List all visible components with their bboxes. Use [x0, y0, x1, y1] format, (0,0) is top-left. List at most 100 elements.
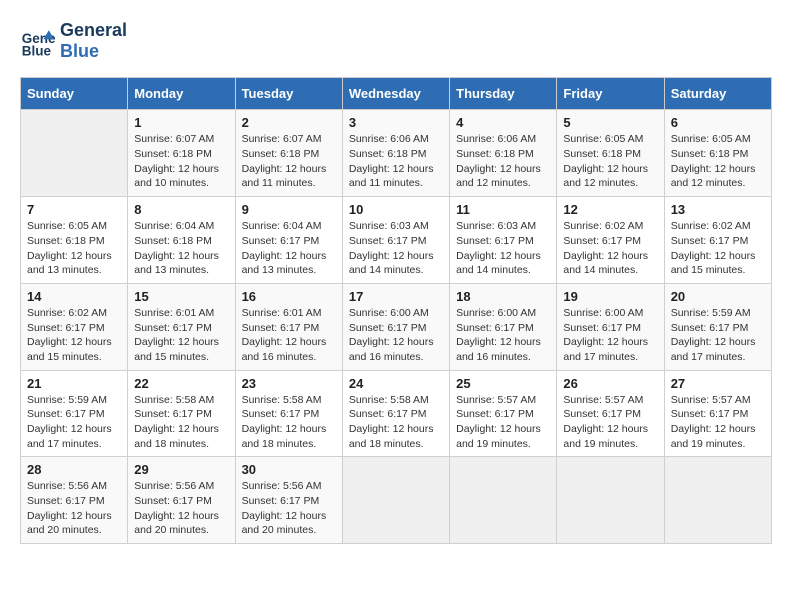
svg-text:Blue: Blue	[22, 43, 52, 58]
day-number: 7	[27, 202, 121, 217]
day-cell: 1Sunrise: 6:07 AMSunset: 6:18 PMDaylight…	[128, 110, 235, 197]
day-number: 11	[456, 202, 550, 217]
day-info: Sunrise: 5:58 AMSunset: 6:17 PMDaylight:…	[134, 393, 228, 452]
day-cell: 14 Sunrise: 6:02 AMSunset: 6:17 PMDayligh…	[21, 283, 128, 370]
day-info: Sunrise: 6:06 AMSunset: 6:18 PMDaylight:…	[456, 132, 550, 191]
day-cell	[664, 457, 771, 544]
day-cell: 22 Sunrise: 5:58 AMSunset: 6:17 PMDayligh…	[128, 370, 235, 457]
calendar-table: SundayMondayTuesdayWednesdayThursdayFrid…	[20, 77, 772, 544]
day-cell: 4 Sunrise: 6:06 AMSunset: 6:18 PMDaylight…	[450, 110, 557, 197]
day-number: 12	[563, 202, 657, 217]
day-cell: 20Sunrise: 5:59 AMSunset: 6:17 PMDayligh…	[664, 283, 771, 370]
weekday-header-saturday: Saturday	[664, 78, 771, 110]
day-number: 8	[134, 202, 228, 217]
weekday-header-thursday: Thursday	[450, 78, 557, 110]
day-number: 20	[671, 289, 765, 304]
day-cell: 28Sunrise: 5:56 AMSunset: 6:17 PMDayligh…	[21, 457, 128, 544]
day-info: Sunrise: 6:00 AMSunset: 6:17 PMDaylight:…	[563, 306, 657, 365]
day-cell: 10 Sunrise: 6:03 AMSunset: 6:17 PMDayligh…	[342, 197, 449, 284]
day-number: 6	[671, 115, 765, 130]
day-info: Sunrise: 6:02 AMSunset: 6:17 PMDaylight:…	[671, 219, 765, 278]
day-cell: 12 Sunrise: 6:02 AMSunset: 6:17 PMDayligh…	[557, 197, 664, 284]
day-cell: 2 Sunrise: 6:07 AMSunset: 6:18 PMDaylight…	[235, 110, 342, 197]
week-row-1: 7 Sunrise: 6:05 AMSunset: 6:18 PMDaylight…	[21, 197, 772, 284]
day-info: Sunrise: 5:58 AMSunset: 6:17 PMDaylight:…	[349, 393, 443, 452]
day-number: 24	[349, 376, 443, 391]
day-info: Sunrise: 6:05 AMSunset: 6:18 PMDaylight:…	[27, 219, 121, 278]
logo-icon: General Blue	[20, 23, 56, 59]
day-info: Sunrise: 6:02 AMSunset: 6:17 PMDaylight:…	[27, 306, 121, 365]
day-number: 28	[27, 462, 121, 477]
weekday-header-row: SundayMondayTuesdayWednesdayThursdayFrid…	[21, 78, 772, 110]
day-number: 21	[27, 376, 121, 391]
day-cell: 23 Sunrise: 5:58 AMSunset: 6:17 PMDayligh…	[235, 370, 342, 457]
day-info: Sunrise: 6:07 AMSunset: 6:18 PMDaylight:…	[242, 132, 336, 191]
day-info: Sunrise: 5:56 AMSunset: 6:17 PMDaylight:…	[134, 479, 228, 538]
week-row-3: 21 Sunrise: 5:59 AMSunset: 6:17 PMDayligh…	[21, 370, 772, 457]
day-info: Sunrise: 6:00 AMSunset: 6:17 PMDaylight:…	[349, 306, 443, 365]
day-info: Sunrise: 5:59 AMSunset: 6:17 PMDaylight:…	[27, 393, 121, 452]
day-cell: 7 Sunrise: 6:05 AMSunset: 6:18 PMDaylight…	[21, 197, 128, 284]
day-cell: 3Sunrise: 6:06 AMSunset: 6:18 PMDaylight…	[342, 110, 449, 197]
day-info: Sunrise: 6:01 AMSunset: 6:17 PMDaylight:…	[242, 306, 336, 365]
week-row-0: 1 Sunrise: 6:07 AMSunset: 6:18 PMDaylight…	[21, 110, 772, 197]
day-cell: 15 Sunrise: 6:01 AMSunset: 6:17 PMDayligh…	[128, 283, 235, 370]
day-info: Sunrise: 6:03 AMSunset: 6:17 PMDaylight:…	[349, 219, 443, 278]
day-cell: 13 Sunrise: 6:02 AMSunset: 6:17 PMDayligh…	[664, 197, 771, 284]
day-info: Sunrise: 6:00 AMSunset: 6:17 PMDaylight:…	[456, 306, 550, 365]
weekday-header-monday: Monday	[128, 78, 235, 110]
weekday-header-wednesday: Wednesday	[342, 78, 449, 110]
day-number: 3	[349, 115, 443, 130]
week-row-4: 28 Sunrise: 5:56 AMSunset: 6:17 PMDayligh…	[21, 457, 772, 544]
day-number: 30	[242, 462, 336, 477]
day-number: 5	[563, 115, 657, 130]
day-number: 23	[242, 376, 336, 391]
weekday-header-friday: Friday	[557, 78, 664, 110]
day-number: 13	[671, 202, 765, 217]
day-cell: 30 Sunrise: 5:56 AMSunset: 6:17 PMDayligh…	[235, 457, 342, 544]
day-info: Sunrise: 6:05 AMSunset: 6:18 PMDaylight:…	[563, 132, 657, 191]
weekday-header-tuesday: Tuesday	[235, 78, 342, 110]
day-cell: 5 Sunrise: 6:05 AMSunset: 6:18 PMDaylight…	[557, 110, 664, 197]
day-number: 1	[134, 115, 228, 130]
day-number: 18	[456, 289, 550, 304]
day-info: Sunrise: 5:57 AMSunset: 6:17 PMDaylight:…	[671, 393, 765, 452]
day-cell: 18 Sunrise: 6:00 AMSunset: 6:17 PMDayligh…	[450, 283, 557, 370]
day-info: Sunrise: 5:57 AMSunset: 6:17 PMDaylight:…	[563, 393, 657, 452]
day-cell: 9 Sunrise: 6:04 AMSunset: 6:17 PMDaylight…	[235, 197, 342, 284]
day-number: 19	[563, 289, 657, 304]
day-number: 27	[671, 376, 765, 391]
day-info: Sunrise: 6:05 AMSunset: 6:18 PMDaylight:…	[671, 132, 765, 191]
day-info: Sunrise: 5:58 AMSunset: 6:17 PMDaylight:…	[242, 393, 336, 452]
day-cell: 8 Sunrise: 6:04 AMSunset: 6:18 PMDaylight…	[128, 197, 235, 284]
day-number: 26	[563, 376, 657, 391]
page-header: General Blue General Blue	[20, 20, 772, 61]
day-number: 4	[456, 115, 550, 130]
day-number: 16	[242, 289, 336, 304]
day-number: 14	[27, 289, 121, 304]
day-number: 2	[242, 115, 336, 130]
day-cell: 26 Sunrise: 5:57 AMSunset: 6:17 PMDayligh…	[557, 370, 664, 457]
day-info: Sunrise: 5:56 AMSunset: 6:17 PMDaylight:…	[242, 479, 336, 538]
day-cell: 6 Sunrise: 6:05 AMSunset: 6:18 PMDaylight…	[664, 110, 771, 197]
day-number: 9	[242, 202, 336, 217]
day-cell: 25Sunrise: 5:57 AMSunset: 6:17 PMDayligh…	[450, 370, 557, 457]
day-cell: 17Sunrise: 6:00 AMSunset: 6:17 PMDayligh…	[342, 283, 449, 370]
day-info: Sunrise: 6:04 AMSunset: 6:17 PMDaylight:…	[242, 219, 336, 278]
day-info: Sunrise: 6:02 AMSunset: 6:17 PMDaylight:…	[563, 219, 657, 278]
day-cell	[21, 110, 128, 197]
day-info: Sunrise: 6:01 AMSunset: 6:17 PMDaylight:…	[134, 306, 228, 365]
day-number: 22	[134, 376, 228, 391]
day-cell	[342, 457, 449, 544]
day-cell: 24 Sunrise: 5:58 AMSunset: 6:17 PMDayligh…	[342, 370, 449, 457]
day-cell: 19 Sunrise: 6:00 AMSunset: 6:17 PMDayligh…	[557, 283, 664, 370]
day-cell: 29 Sunrise: 5:56 AMSunset: 6:17 PMDayligh…	[128, 457, 235, 544]
day-cell: 16 Sunrise: 6:01 AMSunset: 6:17 PMDayligh…	[235, 283, 342, 370]
day-number: 10	[349, 202, 443, 217]
day-info: Sunrise: 5:57 AMSunset: 6:17 PMDaylight:…	[456, 393, 550, 452]
day-number: 29	[134, 462, 228, 477]
logo-general: General	[60, 20, 127, 41]
day-cell: 11Sunrise: 6:03 AMSunset: 6:17 PMDayligh…	[450, 197, 557, 284]
day-info: Sunrise: 6:04 AMSunset: 6:18 PMDaylight:…	[134, 219, 228, 278]
day-number: 15	[134, 289, 228, 304]
